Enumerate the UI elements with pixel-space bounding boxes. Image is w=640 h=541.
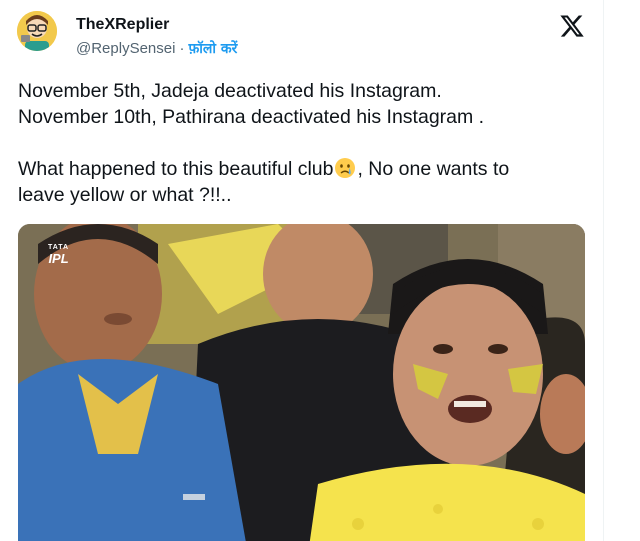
tweet-line: November 5th, Jadeja deactivated his Ins… xyxy=(18,80,442,102)
ipl-watermark-logo: TATA IPL xyxy=(48,242,69,266)
separator-dot: · xyxy=(179,40,185,57)
crying-face-emoji-icon xyxy=(334,157,356,179)
tweet-text: November 5th, Jadeja deactivated his Ins… xyxy=(18,78,598,208)
tweet-text-segment: What happened to this beautiful club xyxy=(18,158,334,180)
follow-button[interactable]: फ़ॉलो करें xyxy=(188,41,237,57)
author-display-name[interactable]: TheXReplier xyxy=(76,16,169,34)
author-avatar[interactable] xyxy=(17,11,57,51)
x-logo-icon[interactable] xyxy=(559,13,585,39)
tweet-line: leave yellow or what ?!!.. xyxy=(18,184,232,206)
watermark-main-text: IPL xyxy=(48,251,69,266)
avatar-image xyxy=(17,11,57,51)
tweet-card: TheXReplier @ReplySensei · फ़ॉलो करें Nove… xyxy=(0,0,640,541)
card-border xyxy=(603,0,604,541)
stadium-photo xyxy=(18,224,585,541)
tweet-line-with-emoji: What happened to this beautiful club , No… xyxy=(18,156,598,182)
tweet-line: November 10th, Pathirana deactivated his… xyxy=(18,106,485,128)
author-handle-row: @ReplySensei · फ़ॉलो करें xyxy=(76,39,237,58)
tweet-text-segment: , No one wants to xyxy=(357,158,510,180)
author-handle[interactable]: @ReplySensei xyxy=(76,40,175,57)
tweet-media-image[interactable]: TATA IPL xyxy=(18,224,585,541)
